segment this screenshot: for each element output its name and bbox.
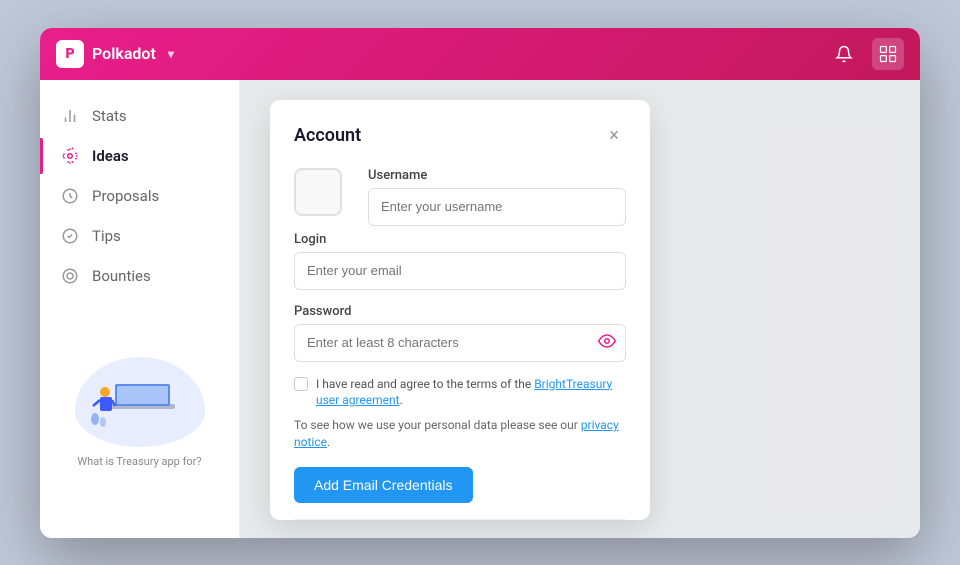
sidebar-item-bounties-label: Bounties	[92, 267, 151, 285]
illustration-circle	[75, 357, 205, 447]
modal-overlay: Account × Username Login	[240, 80, 920, 538]
login-label: Login	[294, 232, 626, 247]
app-name: Polkadot	[92, 44, 156, 63]
sidebar: Stats Ideas	[40, 80, 240, 538]
account-modal: Account × Username Login	[270, 100, 650, 520]
sidebar-item-proposals-label: Proposals	[92, 187, 159, 205]
sidebar-item-tips-label: Tips	[92, 227, 121, 245]
sidebar-illustration: What is Treasury app for?	[40, 347, 239, 478]
sidebar-caption: What is Treasury app for?	[77, 455, 201, 468]
modal-close-button[interactable]: ×	[602, 124, 626, 148]
app-logo[interactable]: P Polkadot ▾	[56, 40, 174, 68]
privacy-text: To see how we use your personal data ple…	[294, 417, 626, 451]
username-input[interactable]	[368, 188, 626, 226]
app-dropdown[interactable]: ▾	[168, 47, 174, 61]
login-input[interactable]	[294, 252, 626, 290]
sidebar-item-ideas-label: Ideas	[92, 147, 129, 165]
sidebar-item-bounties[interactable]: Bounties	[40, 256, 239, 296]
user-avatar-placeholder	[294, 168, 342, 216]
section-divider	[294, 519, 626, 520]
modal-title: Account	[294, 125, 361, 146]
password-toggle-icon[interactable]	[598, 332, 616, 354]
bell-icon[interactable]	[828, 38, 860, 70]
login-group: Login	[294, 232, 626, 290]
ideas-icon	[60, 146, 80, 166]
password-group: Password	[294, 304, 626, 362]
bounties-icon	[60, 266, 80, 286]
modal-header: Account ×	[294, 124, 626, 148]
terms-row: I have read and agree to the terms of th…	[294, 376, 626, 410]
sidebar-nav: Stats Ideas	[40, 96, 239, 296]
titlebar: P Polkadot ▾	[40, 28, 920, 80]
proposals-icon	[60, 186, 80, 206]
password-label: Password	[294, 304, 626, 319]
sidebar-item-tips[interactable]: Tips	[40, 216, 239, 256]
sidebar-item-stats[interactable]: Stats	[40, 96, 239, 136]
stats-icon	[60, 106, 80, 126]
tips-icon	[60, 226, 80, 246]
content-area: Account × Username Login	[240, 80, 920, 538]
sidebar-item-stats-label: Stats	[92, 107, 127, 125]
username-field-wrapper: Username	[368, 168, 626, 226]
add-credentials-button[interactable]: Add Email Credentials	[294, 467, 473, 503]
sidebar-item-proposals[interactable]: Proposals	[40, 176, 239, 216]
password-input[interactable]	[294, 324, 626, 362]
terms-checkbox[interactable]	[294, 377, 308, 391]
username-label: Username	[368, 168, 626, 183]
main-content: Stats Ideas	[40, 80, 920, 538]
logo-icon: P	[56, 40, 84, 68]
avatar-icon[interactable]	[872, 38, 904, 70]
sidebar-item-ideas[interactable]: Ideas	[40, 136, 239, 176]
titlebar-actions	[828, 38, 904, 70]
terms-text: I have read and agree to the terms of th…	[316, 376, 626, 410]
username-row: Username	[294, 168, 626, 232]
browser-window: P Polkadot ▾	[40, 28, 920, 538]
password-wrapper	[294, 324, 626, 362]
